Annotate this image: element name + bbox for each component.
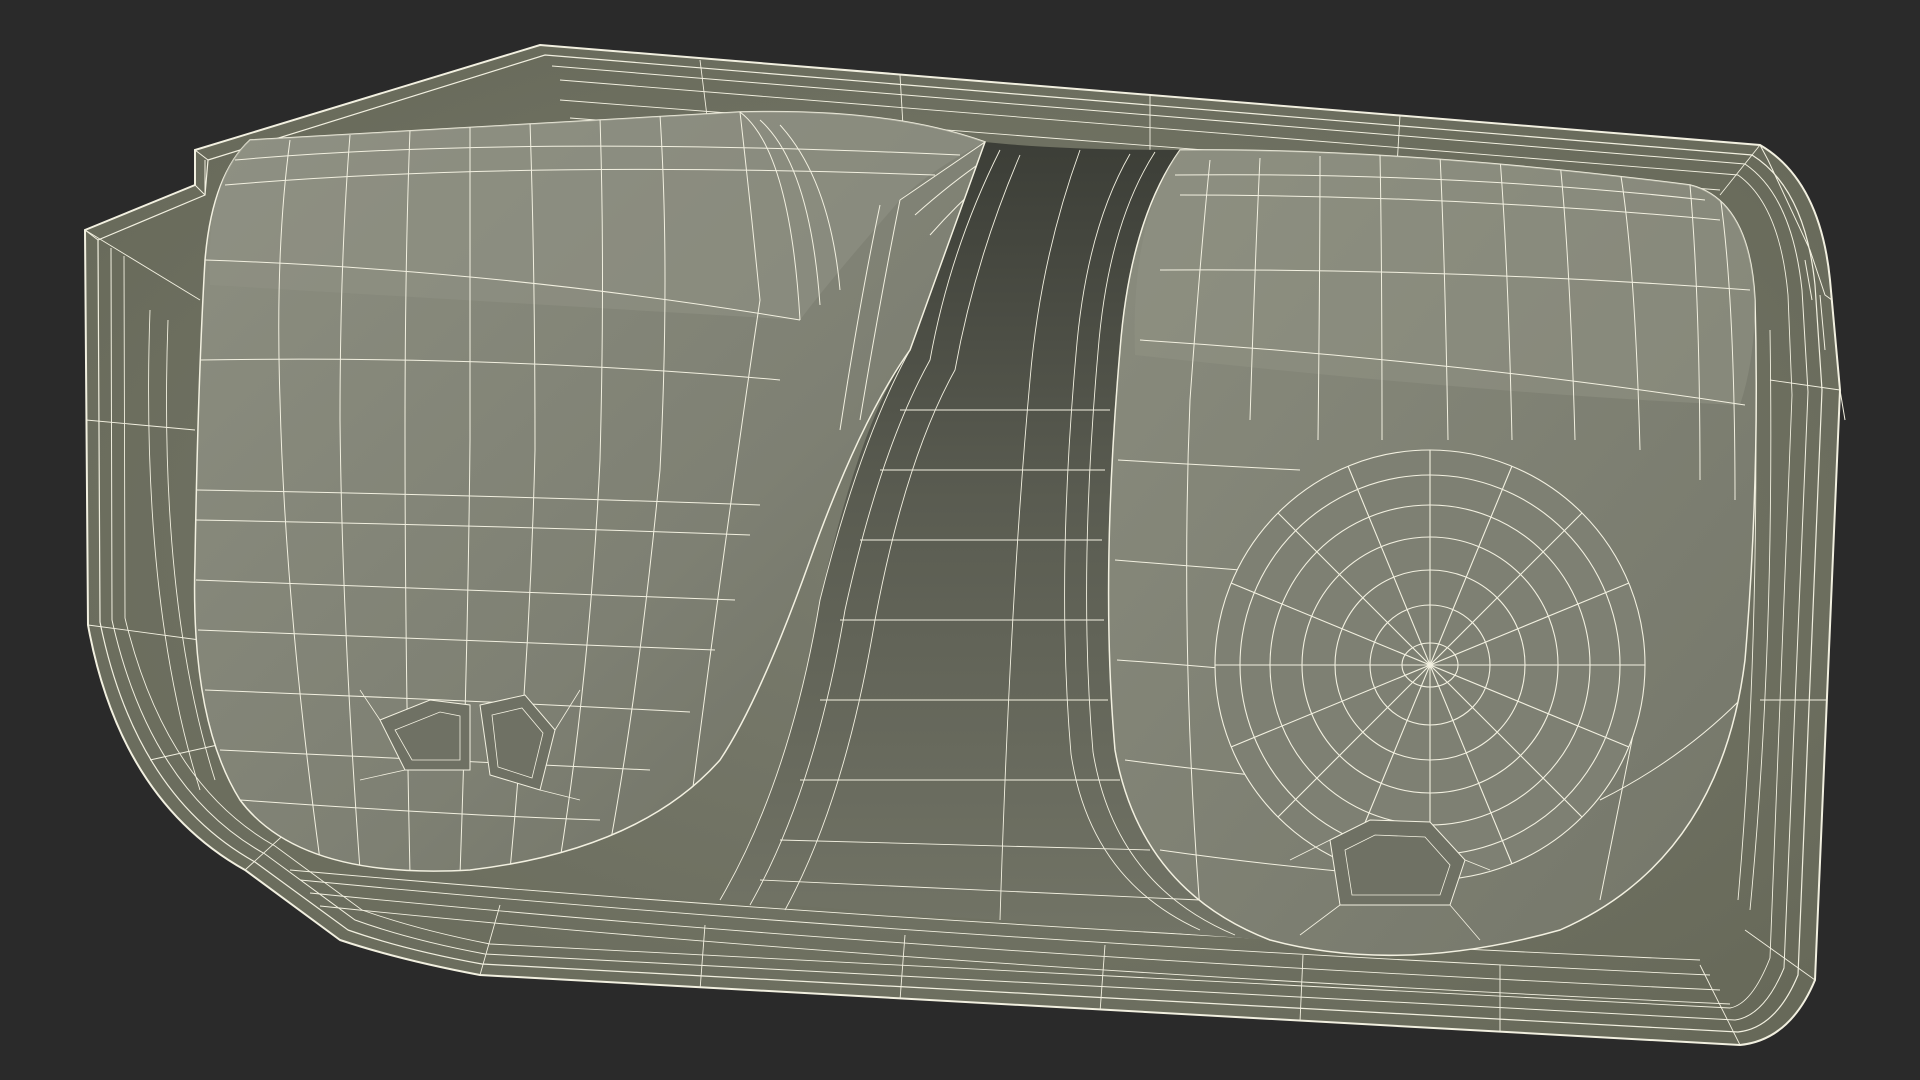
right-cup bbox=[1107, 149, 1757, 957]
render-viewport bbox=[0, 0, 1920, 1080]
wireframe-tray-render bbox=[83, 43, 1846, 1047]
circular-pad bbox=[1214, 449, 1646, 881]
